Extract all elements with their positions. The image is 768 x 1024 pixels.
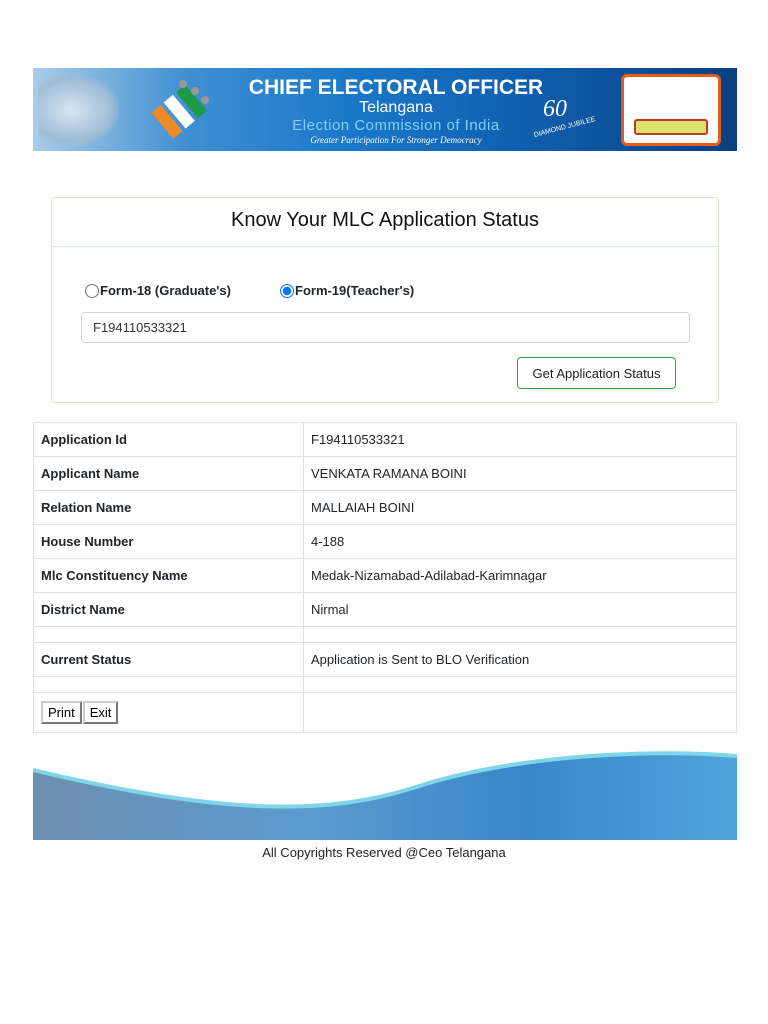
row-label: Applicant Name (33, 456, 304, 491)
get-application-status-button[interactable]: Get Application Status (517, 357, 676, 389)
table-row: Current Status Application is Sent to BLO… (33, 642, 737, 677)
application-id-input[interactable] (81, 312, 690, 343)
row-label: Mlc Constituency Name (33, 558, 304, 593)
actions-row: Print Exit (33, 692, 737, 733)
radio-form-18-input[interactable] (85, 283, 99, 298)
banner-tagline: Greater Participation For Stronger Democ… (310, 135, 482, 145)
table-row: Mlc Constituency Name Medak-Nizamabad-Adi… (33, 558, 737, 593)
row-label: Application Id (33, 422, 304, 457)
empty-row (33, 676, 737, 693)
footer-banner-image (33, 748, 737, 840)
footer-wave-icon (33, 748, 737, 809)
row-value: MALLAIAH BOINI (303, 490, 737, 525)
row-value: F194110533321 (303, 422, 737, 457)
result-table: Application Id F194110533321 Applicant Na… (33, 422, 737, 733)
voters-day-badge-icon (621, 74, 721, 146)
row-label: Current Status (33, 642, 304, 677)
table-row: Application Id F194110533321 (33, 422, 737, 457)
row-value: 4-188 (303, 524, 737, 559)
exit-button[interactable]: Exit (82, 701, 119, 724)
eci-logo-icon (151, 80, 209, 139)
row-label: Relation Name (33, 490, 304, 525)
radio-form-18-label: Form-18 (Graduate's) (100, 283, 231, 298)
header-banner: CHIEF ELECTORAL OFFICER Telangana Electi… (33, 68, 737, 151)
status-form-card: Know Your MLC Application Status Form-18… (51, 197, 719, 403)
row-value: Medak-Nizamabad-Adilabad-Karimnagar (303, 558, 737, 593)
radio-form-19-label: Form-19(Teacher's) (295, 283, 415, 298)
banner-state: Telangana (359, 99, 433, 116)
banner-title: CHIEF ELECTORAL OFFICER (248, 76, 544, 99)
table-row: District Name Nirmal (33, 592, 737, 627)
banner-org: Election Commission of India (292, 117, 500, 134)
row-value: Nirmal (303, 592, 737, 627)
row-value: Application is Sent to BLO Verification (303, 642, 737, 677)
table-row: Applicant Name VENKATA RAMANA BOINI (33, 456, 737, 491)
telangana-map-image (39, 74, 119, 146)
row-label: District Name (33, 592, 304, 627)
radio-form-18[interactable]: Form-18 (Graduate's) (85, 283, 231, 298)
copyright-text: All Copyrights Reserved @Ceo Telangana (262, 845, 506, 860)
table-row: Relation Name MALLAIAH BOINI (33, 490, 737, 525)
row-value: VENKATA RAMANA BOINI (303, 456, 737, 491)
radio-form-19-input[interactable] (280, 283, 294, 298)
row-label: House Number (33, 524, 304, 559)
empty-row (33, 626, 737, 643)
page-title: Know Your MLC Application Status (52, 198, 718, 247)
radio-form-19[interactable]: Form-19(Teacher's) (280, 283, 414, 298)
sixty-years-label: 60 (543, 96, 567, 122)
table-row: House Number 4-188 (33, 524, 737, 559)
print-button[interactable]: Print (41, 701, 82, 724)
